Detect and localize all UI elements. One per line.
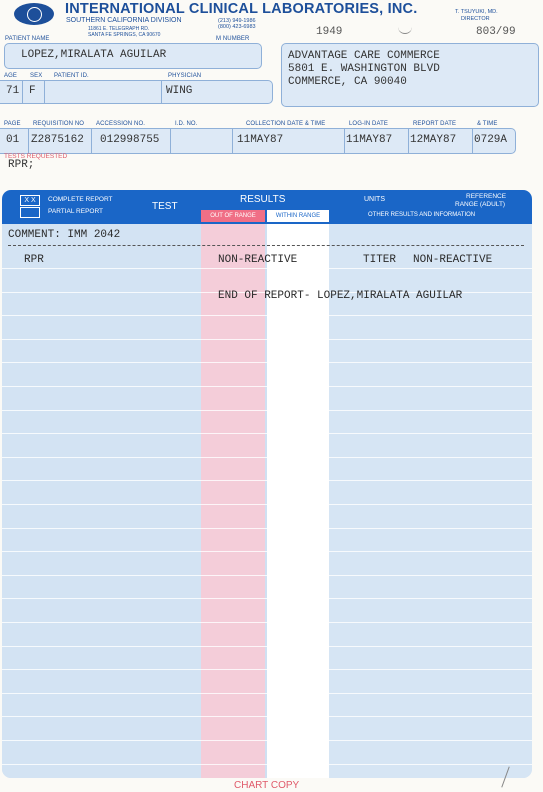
label-requisition: REQUISITION NO: [33, 121, 85, 127]
complete-report-label: COMPLETE REPORT: [48, 196, 113, 203]
report-date-value: 12MAY87: [410, 134, 457, 146]
lab-address-2: SANTA FE SPRINGS, CA 90670: [88, 32, 161, 38]
test-reference: NON-REACTIVE: [413, 254, 493, 266]
label-physician: PHYSICIAN: [168, 73, 202, 79]
out-of-range-header: OUT OF RANGE: [201, 210, 265, 222]
test-name: RPR: [24, 254, 44, 266]
tests-requested-value: RPR;: [8, 159, 35, 171]
label-login-date: LOG-IN DATE: [349, 121, 388, 127]
test-units: TITER: [363, 254, 397, 266]
row-line: [2, 763, 532, 765]
client-line-1: ADVANTAGE CARE COMMERCE: [288, 50, 440, 62]
collection-value: 11MAY87: [237, 134, 284, 146]
row-line: [2, 622, 532, 623]
row-line: [2, 669, 532, 671]
label-collection: COLLECTION DATE & TIME: [246, 121, 326, 127]
right-column-shade: [329, 224, 532, 778]
label-account-number: M NUMBER: [216, 36, 250, 42]
client-line-3: COMMERCE, CA 90040: [288, 76, 407, 88]
row-line: [2, 362, 532, 364]
lab-logo: [14, 3, 54, 25]
sex-value: F: [29, 85, 36, 97]
results-table: X X COMPLETE REPORT PARTIAL REPORT TEST …: [2, 190, 532, 778]
accession-value: 012998755: [100, 134, 160, 146]
label-id-no: I.D. NO.: [175, 121, 198, 127]
label-accession: ACCESSION NO.: [96, 121, 145, 127]
physician-value: WING: [166, 85, 193, 97]
age-value: 71: [6, 85, 20, 97]
globe-icon: [27, 7, 42, 22]
row-line: [2, 716, 532, 718]
report-time-value: 0729A: [474, 134, 508, 146]
results-header: RESULTS: [240, 194, 286, 205]
requisition-value: Z2875162: [31, 134, 84, 146]
within-range-column: [267, 224, 329, 778]
out-of-range-column: [201, 224, 265, 778]
other-results-header: OTHER RESULTS AND INFORMATION: [368, 212, 476, 218]
page-value: 01: [6, 134, 20, 146]
within-range-header: WITHIN RANGE: [267, 210, 329, 222]
row-line: [2, 740, 532, 741]
patient-name-value: LOPEZ,MIRALATA AGUILAR: [21, 49, 167, 61]
lab-name: INTERNATIONAL CLINICAL LABORATORIES, INC…: [65, 1, 418, 17]
row-line: [2, 338, 532, 340]
row-line: [2, 504, 532, 505]
director-name: T. TSUYUKI, MD.: [455, 9, 498, 15]
checkbox-mark: X X: [24, 197, 36, 204]
left-column-shade: [2, 224, 201, 778]
row-line: [2, 433, 532, 435]
range-adult-header: RANGE (ADULT): [455, 201, 506, 208]
login-value: 11MAY87: [346, 134, 393, 146]
label-report-date: REPORT DATE: [413, 121, 457, 127]
director-title: DIRECTOR: [461, 16, 490, 22]
label-page: PAGE: [4, 121, 21, 127]
client-address-box: ADVANTAGE CARE COMMERCE 5801 E. WASHINGT…: [281, 43, 539, 107]
row-line: [2, 645, 532, 647]
patient-details-row: 71 F WING: [0, 80, 273, 104]
row-line: [2, 268, 532, 269]
reference-header: REFERENCE: [466, 193, 507, 200]
partial-report-label: PARTIAL REPORT: [48, 208, 104, 215]
test-header: TEST: [152, 201, 178, 212]
comment-underline: [8, 245, 524, 246]
client-line-2: 5801 E. WASHINGTON BLVD: [288, 63, 440, 75]
units-header: UNITS: [364, 196, 385, 203]
row-line: [2, 551, 532, 553]
label-age: AGE: [4, 73, 17, 79]
year-mark: 1949: [316, 26, 343, 38]
handwritten-check-icon: [398, 26, 412, 34]
row-line: [2, 527, 532, 529]
row-line: [2, 456, 532, 458]
label-patient-name: PATIENT NAME: [5, 36, 50, 42]
partial-report-checkbox: [20, 207, 40, 218]
row-line: [2, 598, 532, 600]
lab-division: SOUTHERN CALIFORNIA DIVISION: [66, 17, 182, 24]
label-time: & TIME: [477, 121, 498, 127]
row-line: [2, 574, 532, 576]
chart-copy-label: CHART COPY: [234, 780, 300, 791]
lab-phone-2: (800) 423-6983: [218, 24, 256, 30]
test-result: NON-REACTIVE: [218, 254, 298, 266]
row-line: [2, 386, 532, 387]
label-sex: SEX: [30, 73, 43, 79]
row-line: [2, 692, 532, 694]
row-line: [2, 480, 532, 482]
label-patient-id: PATIENT ID.: [54, 73, 89, 79]
row-line: [2, 409, 532, 411]
end-of-report-line: END OF REPORT- LOPEZ,MIRALATA AGUILAR: [218, 290, 463, 302]
complete-report-checkbox: X X: [20, 195, 40, 206]
ids-row: 01 Z2875162 012998755 11MAY87 11MAY87 12…: [0, 128, 516, 154]
comment-line: COMMENT: IMM 2042: [8, 229, 121, 241]
patient-name-field: LOPEZ,MIRALATA AGUILAR: [4, 43, 262, 69]
page-counter: 803/99: [476, 26, 516, 38]
row-line: [2, 315, 532, 317]
